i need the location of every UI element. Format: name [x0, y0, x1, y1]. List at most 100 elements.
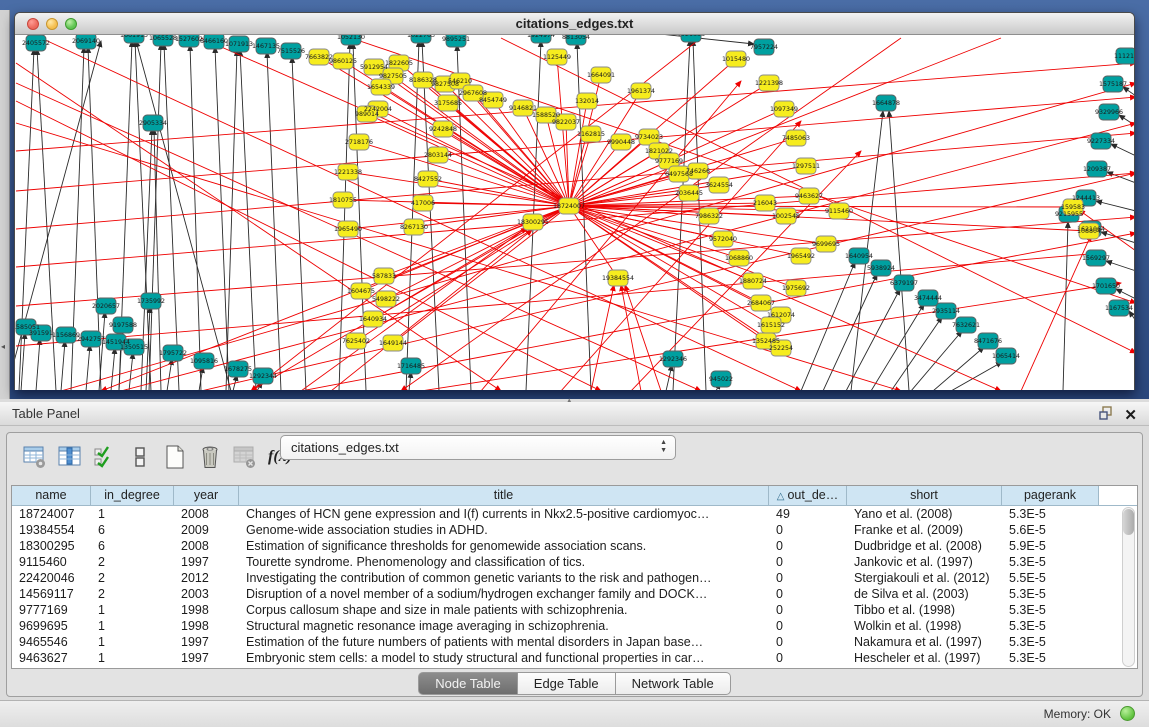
- table-cell[interactable]: 9115460: [12, 554, 91, 570]
- table-cell[interactable]: de Silva et al. (2003): [847, 586, 1002, 602]
- window-titlebar[interactable]: citations_edges.txt: [15, 13, 1134, 35]
- table-cell[interactable]: Changes of HCN gene expression and I(f) …: [239, 506, 769, 522]
- table-selector[interactable]: citations_edges.txt ▲▼: [280, 435, 676, 460]
- table-cell[interactable]: Stergiakouli et al. (2012): [847, 570, 1002, 586]
- table-cell[interactable]: 9463627: [12, 650, 91, 666]
- table-cell[interactable]: 49: [769, 506, 847, 522]
- table-cell[interactable]: 2: [91, 554, 174, 570]
- table-cell[interactable]: Estimation of significance thresholds fo…: [239, 538, 769, 554]
- table-row[interactable]: 2242004622012Investigating the contribut…: [12, 570, 1137, 586]
- table-cell[interactable]: 0: [769, 554, 847, 570]
- table-cell[interactable]: 0: [769, 618, 847, 634]
- network-canvas[interactable]: 2405572206914016619151065528152760284661…: [15, 35, 1134, 390]
- table-row[interactable]: 1938455462009Genome-wide association stu…: [12, 522, 1137, 538]
- column-header[interactable]: year: [174, 486, 239, 506]
- float-panel-icon[interactable]: [1098, 405, 1114, 426]
- column-header[interactable]: in_degree: [91, 486, 174, 506]
- table-scrollbar[interactable]: [1122, 507, 1135, 667]
- table-row[interactable]: 1456911722003Disruption of a novel membe…: [12, 586, 1137, 602]
- table-row[interactable]: 969969511998Structural magnetic resonanc…: [12, 618, 1137, 634]
- table-row[interactable]: 1830029562008Estimation of significance …: [12, 538, 1137, 554]
- close-panel-icon[interactable]: ✕: [1124, 408, 1137, 424]
- column-header[interactable]: △out_de…: [769, 486, 847, 506]
- table-cell[interactable]: 2012: [174, 570, 239, 586]
- table-cell[interactable]: 6: [91, 522, 174, 538]
- table-cell[interactable]: 0: [769, 602, 847, 618]
- table-cell[interactable]: Hescheler et al. (1997): [847, 650, 1002, 666]
- network-view[interactable]: 2405572206914016619151065528152760284661…: [15, 35, 1134, 390]
- tab-edge-table[interactable]: Edge Table: [518, 672, 616, 695]
- table-cell[interactable]: Nakamura et al. (1997): [847, 634, 1002, 650]
- table-cell[interactable]: Disruption of a novel member of a sodium…: [239, 586, 769, 602]
- left-panel-divider[interactable]: ◂: [0, 10, 10, 399]
- column-header[interactable]: short: [847, 486, 1002, 506]
- table-row[interactable]: 977716911998Corpus callosum shape and si…: [12, 602, 1137, 618]
- table-cell[interactable]: 5.3E-5: [1002, 506, 1099, 522]
- table-cell[interactable]: 0: [769, 586, 847, 602]
- collapse-arrow-icon[interactable]: ◂: [1, 342, 5, 351]
- table-cell[interactable]: 18724007: [12, 506, 91, 522]
- table-cell[interactable]: 5.6E-5: [1002, 522, 1099, 538]
- column-header[interactable]: title: [239, 486, 769, 506]
- table-cell[interactable]: 1: [91, 602, 174, 618]
- table-cell[interactable]: 5.5E-5: [1002, 570, 1099, 586]
- table-cell[interactable]: 0: [769, 522, 847, 538]
- scrollbar-thumb[interactable]: [1123, 509, 1134, 535]
- table-cell[interactable]: 0: [769, 650, 847, 666]
- table-cell[interactable]: 5.3E-5: [1002, 554, 1099, 570]
- table-cell[interactable]: 2003: [174, 586, 239, 602]
- table-cell[interactable]: Estimation of the future numbers of pati…: [239, 634, 769, 650]
- network-window[interactable]: citations_edges.txt 24055722069140166191…: [14, 12, 1135, 390]
- node-table[interactable]: namein_degreeyeartitle△out_de…shortpager…: [11, 485, 1138, 669]
- table-cell[interactable]: 9699695: [12, 618, 91, 634]
- table-cell[interactable]: Franke et al. (2009): [847, 522, 1002, 538]
- table-cell[interactable]: 1: [91, 650, 174, 666]
- table-cell[interactable]: Investigating the contribution of common…: [239, 570, 769, 586]
- table-row[interactable]: 946554611997Estimation of the future num…: [12, 634, 1137, 650]
- table-cell[interactable]: Structural magnetic resonance image aver…: [239, 618, 769, 634]
- table-cell[interactable]: 6: [91, 538, 174, 554]
- table-cell[interactable]: 0: [769, 634, 847, 650]
- table-cell[interactable]: Dudbridge et al. (2008): [847, 538, 1002, 554]
- create-table-button[interactable]: [161, 443, 189, 471]
- table-cell[interactable]: 19384554: [12, 522, 91, 538]
- table-cell[interactable]: 5.3E-5: [1002, 586, 1099, 602]
- table-cell[interactable]: Corpus callosum shape and size in male p…: [239, 602, 769, 618]
- table-cell[interactable]: 1: [91, 634, 174, 650]
- column-header[interactable]: name: [12, 486, 91, 506]
- table-cell[interactable]: Embryonic stem cells: a model to study s…: [239, 650, 769, 666]
- table-cell[interactable]: 14569117: [12, 586, 91, 602]
- table-cell[interactable]: Jankovic et al. (1997): [847, 554, 1002, 570]
- table-cell[interactable]: 22420046: [12, 570, 91, 586]
- table-cell[interactable]: 2009: [174, 522, 239, 538]
- table-cell[interactable]: 1: [91, 618, 174, 634]
- table-cell[interactable]: Wolkin et al. (1998): [847, 618, 1002, 634]
- table-cell[interactable]: 1997: [174, 634, 239, 650]
- column-header[interactable]: pagerank: [1002, 486, 1099, 506]
- delete-rows-button[interactable]: [196, 443, 224, 471]
- table-cell[interactable]: Tibbo et al. (1998): [847, 602, 1002, 618]
- table-cell[interactable]: 5.3E-5: [1002, 634, 1099, 650]
- table-options-button[interactable]: [21, 443, 49, 471]
- table-cell[interactable]: 5.3E-5: [1002, 602, 1099, 618]
- table-cell[interactable]: 9777169: [12, 602, 91, 618]
- table-cell[interactable]: 2: [91, 570, 174, 586]
- table-row[interactable]: 946362711997Embryonic stem cells: a mode…: [12, 650, 1137, 666]
- table-cell[interactable]: 1997: [174, 554, 239, 570]
- delete-table-button[interactable]: [231, 443, 259, 471]
- table-cell[interactable]: 2008: [174, 538, 239, 554]
- select-column-button[interactable]: [56, 443, 84, 471]
- table-cell[interactable]: 0: [769, 570, 847, 586]
- tab-network-table[interactable]: Network Table: [616, 672, 731, 695]
- select-rows-button[interactable]: [91, 443, 119, 471]
- table-cell[interactable]: Yano et al. (2008): [847, 506, 1002, 522]
- tab-node-table[interactable]: Node Table: [418, 672, 518, 695]
- table-cell[interactable]: 18300295: [12, 538, 91, 554]
- split-panel-button[interactable]: [126, 443, 154, 471]
- table-row[interactable]: 911546021997Tourette syndrome. Phenomeno…: [12, 554, 1137, 570]
- table-cell[interactable]: 2: [91, 586, 174, 602]
- table-row[interactable]: 1872400712008Changes of HCN gene express…: [12, 506, 1137, 522]
- table-cell[interactable]: 1: [91, 506, 174, 522]
- table-cell[interactable]: Tourette syndrome. Phenomenology and cla…: [239, 554, 769, 570]
- table-cell[interactable]: 5.3E-5: [1002, 650, 1099, 666]
